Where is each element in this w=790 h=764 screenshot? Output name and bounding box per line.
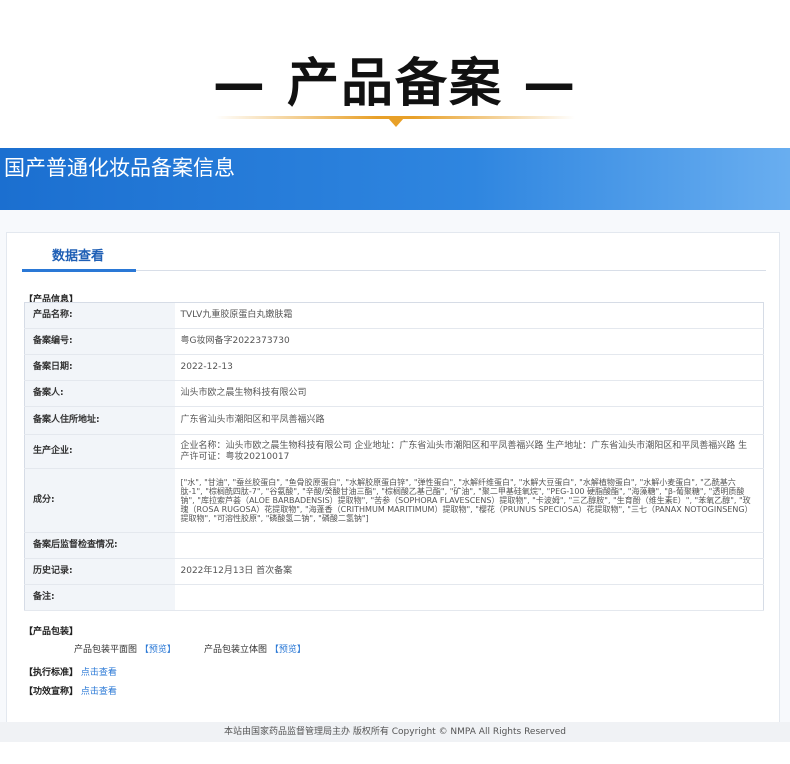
row-value: 粤G妆网备字2022373730 <box>174 328 764 355</box>
table-row: 备案后监督检查情况: <box>24 532 764 559</box>
packaging-solid-row: 产品包装立体图 【预览】 <box>204 642 306 655</box>
row-value: 2022年12月13日 首次备案 <box>174 558 764 585</box>
row-value: 广东省汕头市潮阳区和平凤善福兴路 <box>174 406 764 435</box>
efficacy-row: 【功效宣称】 点击查看 <box>24 684 117 697</box>
table-row: 备案日期: 2022-12-13 <box>24 354 764 381</box>
packaging-flat-row: 产品包装平面图 【预览】 <box>74 642 176 655</box>
row-key: 备案后监督检查情况: <box>24 532 175 559</box>
row-value: 企业名称：汕头市欧之晨生物科技有限公司 企业地址：广东省汕头市潮阳区和平凤善福兴… <box>174 434 764 469</box>
row-value: 汕头市欧之晨生物科技有限公司 <box>174 380 764 407</box>
row-key: 备案编号: <box>24 328 175 355</box>
row-value <box>174 532 764 559</box>
row-key: 生产企业: <box>24 434 175 469</box>
hero-divider-arrow-icon <box>388 118 404 127</box>
packaging-solid-preview-link[interactable]: 【预览】 <box>270 645 306 655</box>
row-key: 历史记录: <box>24 558 175 585</box>
packaging-solid-label: 产品包装立体图 <box>204 645 268 655</box>
hero-title: — 产品备案 — <box>212 54 578 114</box>
standard-view-link[interactable]: 点击查看 <box>81 668 117 678</box>
table-row: 备注: <box>24 584 764 611</box>
tab-active-indicator <box>22 269 136 272</box>
banner-title: 国产普通化妆品备案信息 <box>4 156 235 180</box>
row-value: TVLV九重胶原蛋白丸嫩肤霜 <box>174 302 764 329</box>
section-title-efficacy: 【功效宣称】 <box>24 687 79 697</box>
product-info-table: 产品名称: TVLV九重胶原蛋白丸嫩肤霜 备案编号: 粤G妆网备字2022373… <box>24 302 764 611</box>
hero-header: — 产品备案 — <box>0 0 790 140</box>
page-footer: 本站由国家药品监督管理局主办 版权所有 Copyright © NMPA All… <box>0 722 790 742</box>
section-title-packaging: 【产品包装】 <box>24 627 79 637</box>
row-key: 备注: <box>24 584 175 611</box>
row-value: ["水", "甘油", "蚕丝胶蛋白", "鱼骨胶原蛋白", "水解胶原蛋白锌"… <box>174 468 764 533</box>
row-value <box>174 584 764 611</box>
row-key: 成分: <box>24 468 175 533</box>
table-row: 备案人住所地址: 广东省汕头市潮阳区和平凤善福兴路 <box>24 406 764 435</box>
row-key: 备案人住所地址: <box>24 406 175 435</box>
row-key: 备案人: <box>24 380 175 407</box>
table-row: 备案人: 汕头市欧之晨生物科技有限公司 <box>24 380 764 407</box>
table-row: 备案编号: 粤G妆网备字2022373730 <box>24 328 764 355</box>
table-row: 成分: ["水", "甘油", "蚕丝胶蛋白", "鱼骨胶原蛋白", "水解胶原… <box>24 468 764 533</box>
row-key: 备案日期: <box>24 354 175 381</box>
packaging-flat-preview-link[interactable]: 【预览】 <box>140 645 176 655</box>
table-row: 历史记录: 2022年12月13日 首次备案 <box>24 558 764 585</box>
efficacy-view-link[interactable]: 点击查看 <box>81 687 117 697</box>
table-row: 生产企业: 企业名称：汕头市欧之晨生物科技有限公司 企业地址：广东省汕头市潮阳区… <box>24 434 764 469</box>
standard-row: 【执行标准】 点击查看 <box>24 665 117 678</box>
row-key: 产品名称: <box>24 302 175 329</box>
packaging-flat-label: 产品包装平面图 <box>74 645 138 655</box>
site-banner: 国产普通化妆品备案信息 <box>0 148 790 210</box>
table-row: 产品名称: TVLV九重胶原蛋白丸嫩肤霜 <box>24 302 764 329</box>
tab-data-view[interactable]: 数据查看 <box>52 245 104 264</box>
section-title-standard: 【执行标准】 <box>24 668 79 678</box>
row-value: 2022-12-13 <box>174 354 764 381</box>
